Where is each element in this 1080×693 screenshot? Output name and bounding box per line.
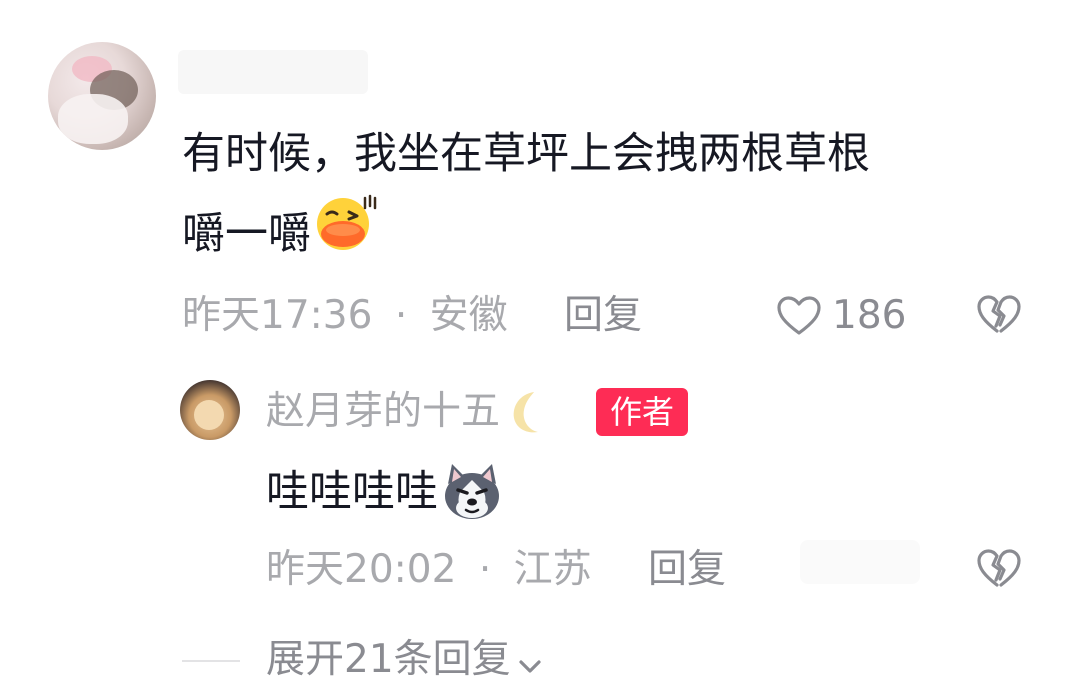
commenter-username-redacted — [178, 50, 368, 94]
reply-author-avatar[interactable] — [180, 380, 240, 440]
heart-outline-icon — [776, 295, 822, 337]
like-button[interactable]: 186 — [776, 292, 906, 340]
expand-replies-button[interactable]: 展开21条回复 — [266, 636, 545, 684]
reply-location: 江苏 — [513, 547, 592, 592]
author-badge: 作者 — [596, 388, 688, 436]
reply-to-reply-button[interactable]: 回复 — [648, 546, 726, 594]
comment-time: 昨天17:36 — [182, 293, 373, 338]
comment-text-line2: 嚼一嚼 — [182, 209, 311, 259]
comment-location: 安徽 — [429, 293, 508, 338]
reply-author-name-wrap[interactable]: 赵月芽的十五 — [266, 388, 554, 436]
reply-author-name: 赵月芽的十五 — [266, 389, 501, 434]
expand-divider — [182, 660, 240, 662]
chevron-down-icon — [515, 645, 545, 675]
crescent-moon-emoji-icon — [504, 388, 554, 436]
husky-dog-emoji-icon — [440, 462, 504, 522]
meta-separator: · — [478, 547, 492, 592]
dislike-broken-heart-icon[interactable] — [976, 294, 1022, 336]
comment-meta: 昨天17:36 · 安徽 — [182, 292, 508, 340]
meta-separator: · — [394, 293, 408, 338]
comment-text-line1: 有时候，我坐在草坪上会拽两根草根 — [182, 129, 870, 179]
reply-button[interactable]: 回复 — [564, 292, 642, 340]
reply-text: 哇哇哇哇 — [266, 467, 438, 517]
reply-meta: 昨天20:02 · 江苏 — [266, 546, 592, 594]
like-count: 186 — [832, 293, 907, 338]
comment-text-line2-wrap: 嚼一嚼 — [182, 192, 1042, 276]
expand-replies-label: 展开21条回复 — [266, 637, 511, 682]
commenter-avatar[interactable] — [48, 42, 156, 150]
comment-body: 有时候，我坐在草坪上会拽两根草根 嚼一嚼 — [182, 116, 1042, 276]
reply-time: 昨天20:02 — [266, 547, 457, 592]
duck-lips-emoji-icon — [313, 192, 379, 276]
dislike-broken-heart-icon[interactable] — [976, 548, 1022, 590]
redacted-area — [800, 540, 920, 584]
reply-body: 哇哇哇哇 — [266, 462, 504, 522]
